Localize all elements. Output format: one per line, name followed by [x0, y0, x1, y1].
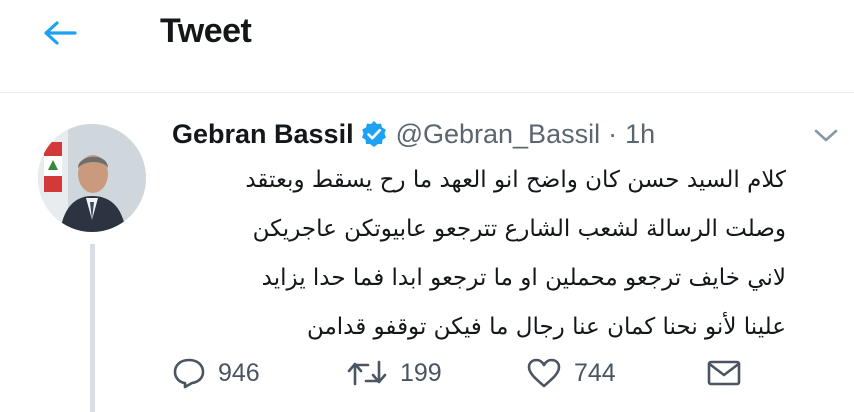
retweet-button[interactable]: 199	[346, 350, 442, 396]
tweet-text-line: لاني خايف ترجعو محملين او ما ترجعو ابدا …	[261, 265, 786, 291]
like-count: 744	[574, 358, 616, 387]
tweet-text-line: وصلت الرسالة لشعب الشارع تترجعو عابيوتكن…	[252, 216, 786, 242]
avatar[interactable]	[38, 124, 146, 232]
chevron-down-icon	[814, 129, 838, 142]
back-button[interactable]	[34, 16, 86, 50]
author-handle[interactable]: @Gebran_Bassil	[396, 119, 601, 150]
header-divider	[0, 92, 854, 93]
retweet-count: 199	[400, 358, 442, 387]
meta-separator: ·	[608, 118, 618, 149]
reply-icon	[173, 358, 205, 389]
verified-badge-icon	[360, 120, 388, 148]
avatar-photo	[38, 124, 146, 232]
tweet-text: كلام السيد حسن كان واضح انو العهد ما رح …	[200, 156, 786, 352]
reply-button[interactable]: 946	[172, 350, 260, 396]
arrow-left-icon	[44, 21, 77, 45]
share-dm-button[interactable]	[706, 350, 742, 396]
heart-icon	[527, 358, 561, 388]
author-name[interactable]: Gebran Bassil	[172, 119, 354, 150]
retweet-icon	[347, 360, 387, 386]
envelope-icon	[707, 360, 741, 386]
tweet-text-line: كلام السيد حسن كان واضح انو العهد ما رح …	[245, 167, 786, 193]
tweet-author: Gebran Bassil @Gebran_Bassil · 1h	[172, 114, 655, 154]
tweet-time[interactable]: 1h	[625, 119, 655, 150]
like-button[interactable]: 744	[526, 350, 616, 396]
tweet-menu-button[interactable]	[812, 124, 840, 146]
tweet-text-line: علينا لأنو نحنا كمان عنا رجال ما فيكن تو…	[306, 314, 786, 340]
top-bar: Tweet	[0, 0, 854, 72]
tweet-actions: 946 199 744	[0, 350, 854, 396]
page-title: Tweet	[160, 12, 252, 50]
reply-count: 946	[218, 358, 260, 387]
